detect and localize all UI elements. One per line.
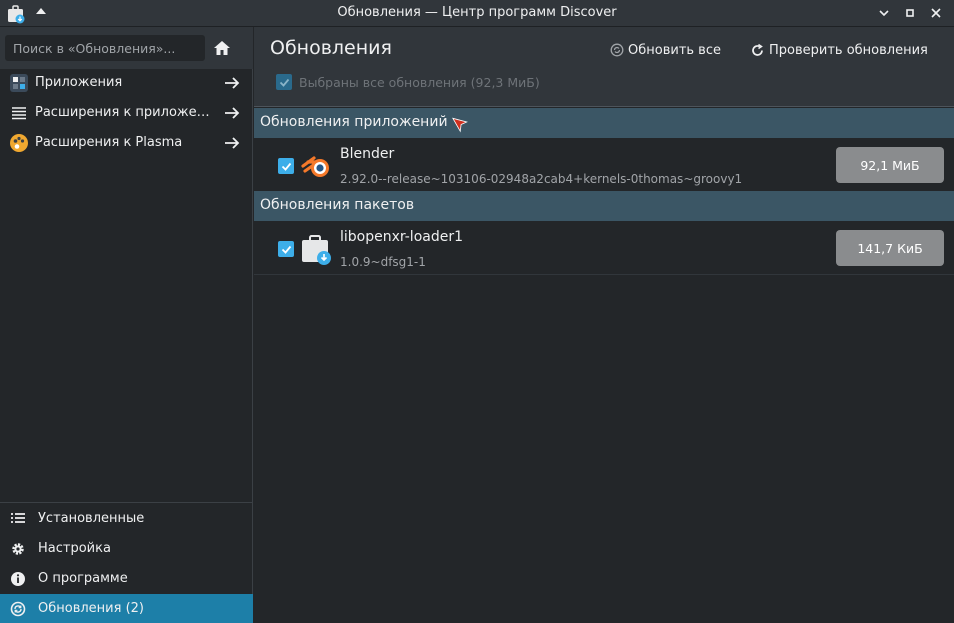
sidebar-item-label: О программе xyxy=(38,571,128,586)
divider xyxy=(0,502,253,503)
sidebar-item-settings[interactable]: Настройка xyxy=(0,534,253,564)
app-name: Blender xyxy=(340,146,395,162)
package-name: libopenxr-loader1 xyxy=(340,229,463,245)
app-version: 2.92.0--release~103106-02948a2cab4+kerne… xyxy=(340,172,743,186)
sidebar-item-label: Приложения xyxy=(35,75,123,90)
select-all-label: Выбраны все обновления (92,3 МиБ) xyxy=(299,74,540,90)
section-title: Обновления пакетов xyxy=(260,197,415,213)
size-label: 92,1 МиБ xyxy=(860,157,920,173)
update-checkbox[interactable] xyxy=(278,241,294,257)
plasma-palette-icon xyxy=(10,134,28,152)
check-icon xyxy=(279,78,289,87)
sidebar: Приложения Расширения к приложени... Рас… xyxy=(0,27,253,623)
applications-icon xyxy=(10,74,28,92)
section-header-package-updates: Обновления пакетов xyxy=(254,191,954,221)
page-title: Обновления xyxy=(270,37,392,59)
search-row xyxy=(0,27,253,69)
sidebar-item-about[interactable]: О программе xyxy=(0,564,253,594)
sidebar-item-app-addons[interactable]: Расширения к приложени... xyxy=(0,98,253,128)
package-version: 1.0.9~dfsg1-1 xyxy=(340,255,426,269)
sidebar-item-updates[interactable]: Обновления (2) xyxy=(0,594,253,623)
update-row-libopenxr[interactable]: libopenxr-loader1 1.0.9~dfsg1-1 141,7 Ки… xyxy=(254,221,954,275)
check-updates-label: Проверить обновления xyxy=(769,42,928,58)
arrow-right-icon xyxy=(225,107,240,119)
info-icon xyxy=(11,572,25,586)
sidebar-item-plasma-addons[interactable]: Расширения к Plasma xyxy=(0,128,253,158)
update-all-button[interactable]: Обновить все xyxy=(610,40,721,60)
package-icon xyxy=(302,235,331,265)
refresh-icon xyxy=(752,43,763,56)
check-icon xyxy=(281,162,291,171)
close-icon[interactable] xyxy=(929,6,943,20)
section-header-app-updates: Обновления приложений xyxy=(254,108,954,138)
check-updates-button[interactable]: Проверить обновления xyxy=(750,40,928,60)
arrow-right-icon xyxy=(225,77,240,89)
sidebar-item-installed[interactable]: Установленные xyxy=(0,504,253,534)
search-input[interactable] xyxy=(5,35,205,61)
check-icon xyxy=(281,245,291,254)
sidebar-item-label: Расширения к приложени... xyxy=(35,105,215,120)
list-icon xyxy=(12,107,26,120)
installed-list-icon xyxy=(11,513,25,523)
main-panel: Обновления Обновить все Проверить обновл… xyxy=(254,27,954,623)
sidebar-item-label: Расширения к Plasma xyxy=(35,135,183,150)
section-title: Обновления приложений xyxy=(260,114,448,130)
select-all-checkbox[interactable] xyxy=(276,74,292,90)
window-title: Обновления — Центр программ Discover xyxy=(337,5,617,20)
minimize-icon[interactable] xyxy=(877,6,891,20)
size-button[interactable]: 141,7 КиБ xyxy=(836,230,944,266)
update-checkbox[interactable] xyxy=(278,158,294,174)
size-button[interactable]: 92,1 МиБ xyxy=(836,147,944,183)
sidebar-item-applications[interactable]: Приложения xyxy=(0,68,253,98)
select-all-row[interactable]: Выбраны все обновления (92,3 МиБ) xyxy=(276,74,540,90)
sidebar-item-label: Настройка xyxy=(38,541,111,556)
home-icon[interactable] xyxy=(212,38,232,58)
title-bar: Обновления — Центр программ Discover xyxy=(0,0,954,27)
gear-icon xyxy=(12,543,24,555)
mouse-cursor-icon xyxy=(452,117,468,133)
arrow-right-icon xyxy=(225,137,240,149)
page-header: Обновления Обновить все Проверить обновл… xyxy=(254,27,954,107)
update-all-icon xyxy=(610,43,624,57)
sidebar-item-label: Установленные xyxy=(38,511,145,526)
blender-icon xyxy=(301,156,329,177)
sidebar-item-label: Обновления (2) xyxy=(38,601,144,616)
size-label: 141,7 КиБ xyxy=(857,240,923,256)
update-all-label: Обновить все xyxy=(628,42,721,58)
update-row-blender[interactable]: Blender 2.92.0--release~103106-02948a2ca… xyxy=(254,138,954,192)
update-icon xyxy=(10,601,26,617)
maximize-icon[interactable] xyxy=(903,6,917,20)
